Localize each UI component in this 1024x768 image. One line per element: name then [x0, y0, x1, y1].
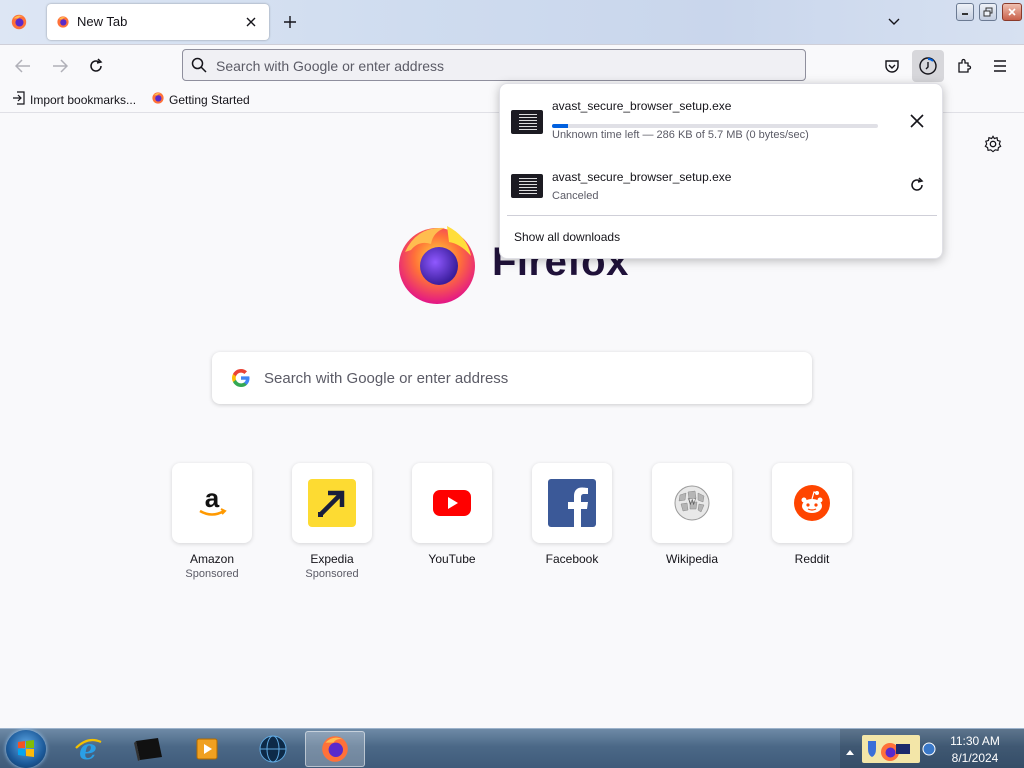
- shortcut-youtube[interactable]: YouTube: [412, 463, 492, 566]
- show-all-downloads-button[interactable]: Show all downloads: [514, 230, 620, 244]
- gear-icon[interactable]: [982, 133, 1004, 155]
- bookmark-import[interactable]: Import bookmarks...: [12, 91, 136, 108]
- windows-logo-icon: [18, 740, 34, 757]
- wikipedia-icon: W: [674, 485, 710, 521]
- taskbar-firefox[interactable]: [305, 731, 365, 767]
- tab-label: New Tab: [77, 14, 128, 29]
- tile-title: Facebook: [545, 552, 599, 566]
- internet-explorer-icon: e: [75, 734, 102, 764]
- search-icon: [191, 57, 207, 78]
- tile-icon-box[interactable]: [292, 463, 372, 543]
- import-icon: [12, 91, 26, 108]
- taskbar-globe-app[interactable]: [245, 731, 301, 767]
- top-sites: a Amazon Sponsored Expedia Sponsored You…: [172, 463, 872, 593]
- download-progress-bar: [552, 124, 878, 128]
- restore-button[interactable]: [979, 3, 997, 21]
- navigation-toolbar: Search with Google or enter address: [0, 44, 1024, 86]
- firefox-icon: [151, 91, 165, 108]
- reload-button[interactable]: [84, 54, 108, 78]
- menu-icon[interactable]: [984, 50, 1016, 82]
- download-status: Canceled: [552, 190, 599, 202]
- firefox-view-icon[interactable]: [8, 11, 30, 33]
- clock[interactable]: 11:30 AM 8/1/2024: [940, 733, 1010, 767]
- taskbar-media-player[interactable]: [180, 731, 236, 767]
- back-button[interactable]: [11, 54, 35, 78]
- clock-time: 11:30 AM: [950, 734, 1000, 748]
- shortcut-reddit[interactable]: Reddit: [772, 463, 852, 566]
- tab-new-tab[interactable]: New Tab: [47, 4, 269, 40]
- address-placeholder: Search with Google or enter address: [216, 58, 445, 74]
- downloads-panel: avast_secure_browser_setup.exe Unknown t…: [499, 83, 943, 259]
- tile-icon-box[interactable]: [532, 463, 612, 543]
- divider: [507, 215, 937, 216]
- downloads-button[interactable]: [912, 50, 944, 82]
- tile-sponsored-label: Sponsored: [185, 568, 239, 580]
- google-icon: [231, 368, 251, 393]
- forward-button[interactable]: [48, 54, 72, 78]
- download-filename: avast_secure_browser_setup.exe: [552, 99, 732, 113]
- address-bar[interactable]: Search with Google or enter address: [182, 49, 806, 81]
- bookmark-label: Getting Started: [169, 92, 250, 107]
- facebook-icon: [548, 479, 596, 527]
- search-placeholder: Search with Google or enter address: [264, 370, 509, 387]
- tile-sponsored-label: Sponsored: [305, 568, 359, 580]
- amazon-icon: a: [199, 483, 227, 516]
- tile-title: Amazon: [189, 552, 235, 566]
- bookmark-label: Import bookmarks...: [30, 92, 137, 107]
- reddit-icon: [794, 485, 830, 521]
- tray-app-thumbnail[interactable]: [862, 735, 920, 763]
- file-icon: [511, 110, 543, 134]
- bookmark-getting-started[interactable]: Getting Started: [151, 91, 250, 108]
- download-item-active[interactable]: avast_secure_browser_setup.exe Unknown t…: [500, 90, 944, 152]
- clock-date: 8/1/2024: [951, 751, 999, 765]
- firefox-logo-icon: [399, 226, 475, 304]
- globe-icon: [259, 735, 287, 763]
- firefox-icon: [56, 15, 70, 34]
- download-item-canceled[interactable]: avast_secure_browser_setup.exe Canceled: [500, 154, 944, 216]
- svg-text:e: e: [79, 734, 97, 764]
- retry-icon[interactable]: [906, 174, 928, 196]
- taskbar: e 11:30 AM 8/1/2024: [0, 728, 1024, 768]
- file-icon: [511, 174, 543, 198]
- pocket-icon[interactable]: [876, 50, 908, 82]
- close-icon[interactable]: [241, 12, 261, 32]
- chevron-down-icon[interactable]: [884, 12, 904, 32]
- tile-title: Wikipedia: [665, 552, 719, 566]
- minimize-button[interactable]: [956, 3, 974, 21]
- new-tab-button[interactable]: [279, 11, 301, 33]
- svg-text:a: a: [205, 483, 220, 513]
- tile-icon-box[interactable]: [412, 463, 492, 543]
- shortcut-facebook[interactable]: Facebook: [532, 463, 612, 566]
- shortcut-expedia[interactable]: Expedia Sponsored: [292, 463, 372, 580]
- firefox-icon: [322, 736, 348, 762]
- tile-icon-box[interactable]: W: [652, 463, 732, 543]
- newtab-search-box[interactable]: Search with Google or enter address: [212, 352, 812, 404]
- tile-icon-box[interactable]: [772, 463, 852, 543]
- svg-text:W: W: [688, 497, 697, 507]
- youtube-icon: [433, 490, 471, 516]
- tile-title: YouTube: [428, 552, 476, 566]
- expedia-icon: [308, 479, 356, 527]
- media-device-icon: [134, 738, 162, 761]
- taskbar-media-center[interactable]: [120, 731, 176, 767]
- media-player-icon: [196, 738, 218, 760]
- download-status: Unknown time left — 286 KB of 5.7 MB (0 …: [552, 129, 809, 141]
- cancel-download-button[interactable]: [906, 110, 928, 132]
- tile-title: Expedia: [310, 552, 354, 566]
- extensions-icon[interactable]: [948, 50, 980, 82]
- shortcut-wikipedia[interactable]: W Wikipedia: [652, 463, 732, 566]
- close-window-button[interactable]: [1002, 3, 1022, 21]
- tile-title: Reddit: [794, 552, 830, 566]
- start-button[interactable]: [6, 730, 46, 768]
- download-filename: avast_secure_browser_setup.exe: [552, 170, 732, 184]
- tab-strip: New Tab: [0, 0, 1024, 44]
- taskbar-internet-explorer[interactable]: e: [60, 731, 116, 767]
- tile-icon-box[interactable]: a: [172, 463, 252, 543]
- shortcut-amazon[interactable]: a Amazon Sponsored: [172, 463, 252, 580]
- chevron-up-icon[interactable]: [846, 742, 854, 760]
- network-icon[interactable]: [922, 741, 936, 762]
- shield-icon: [868, 741, 910, 761]
